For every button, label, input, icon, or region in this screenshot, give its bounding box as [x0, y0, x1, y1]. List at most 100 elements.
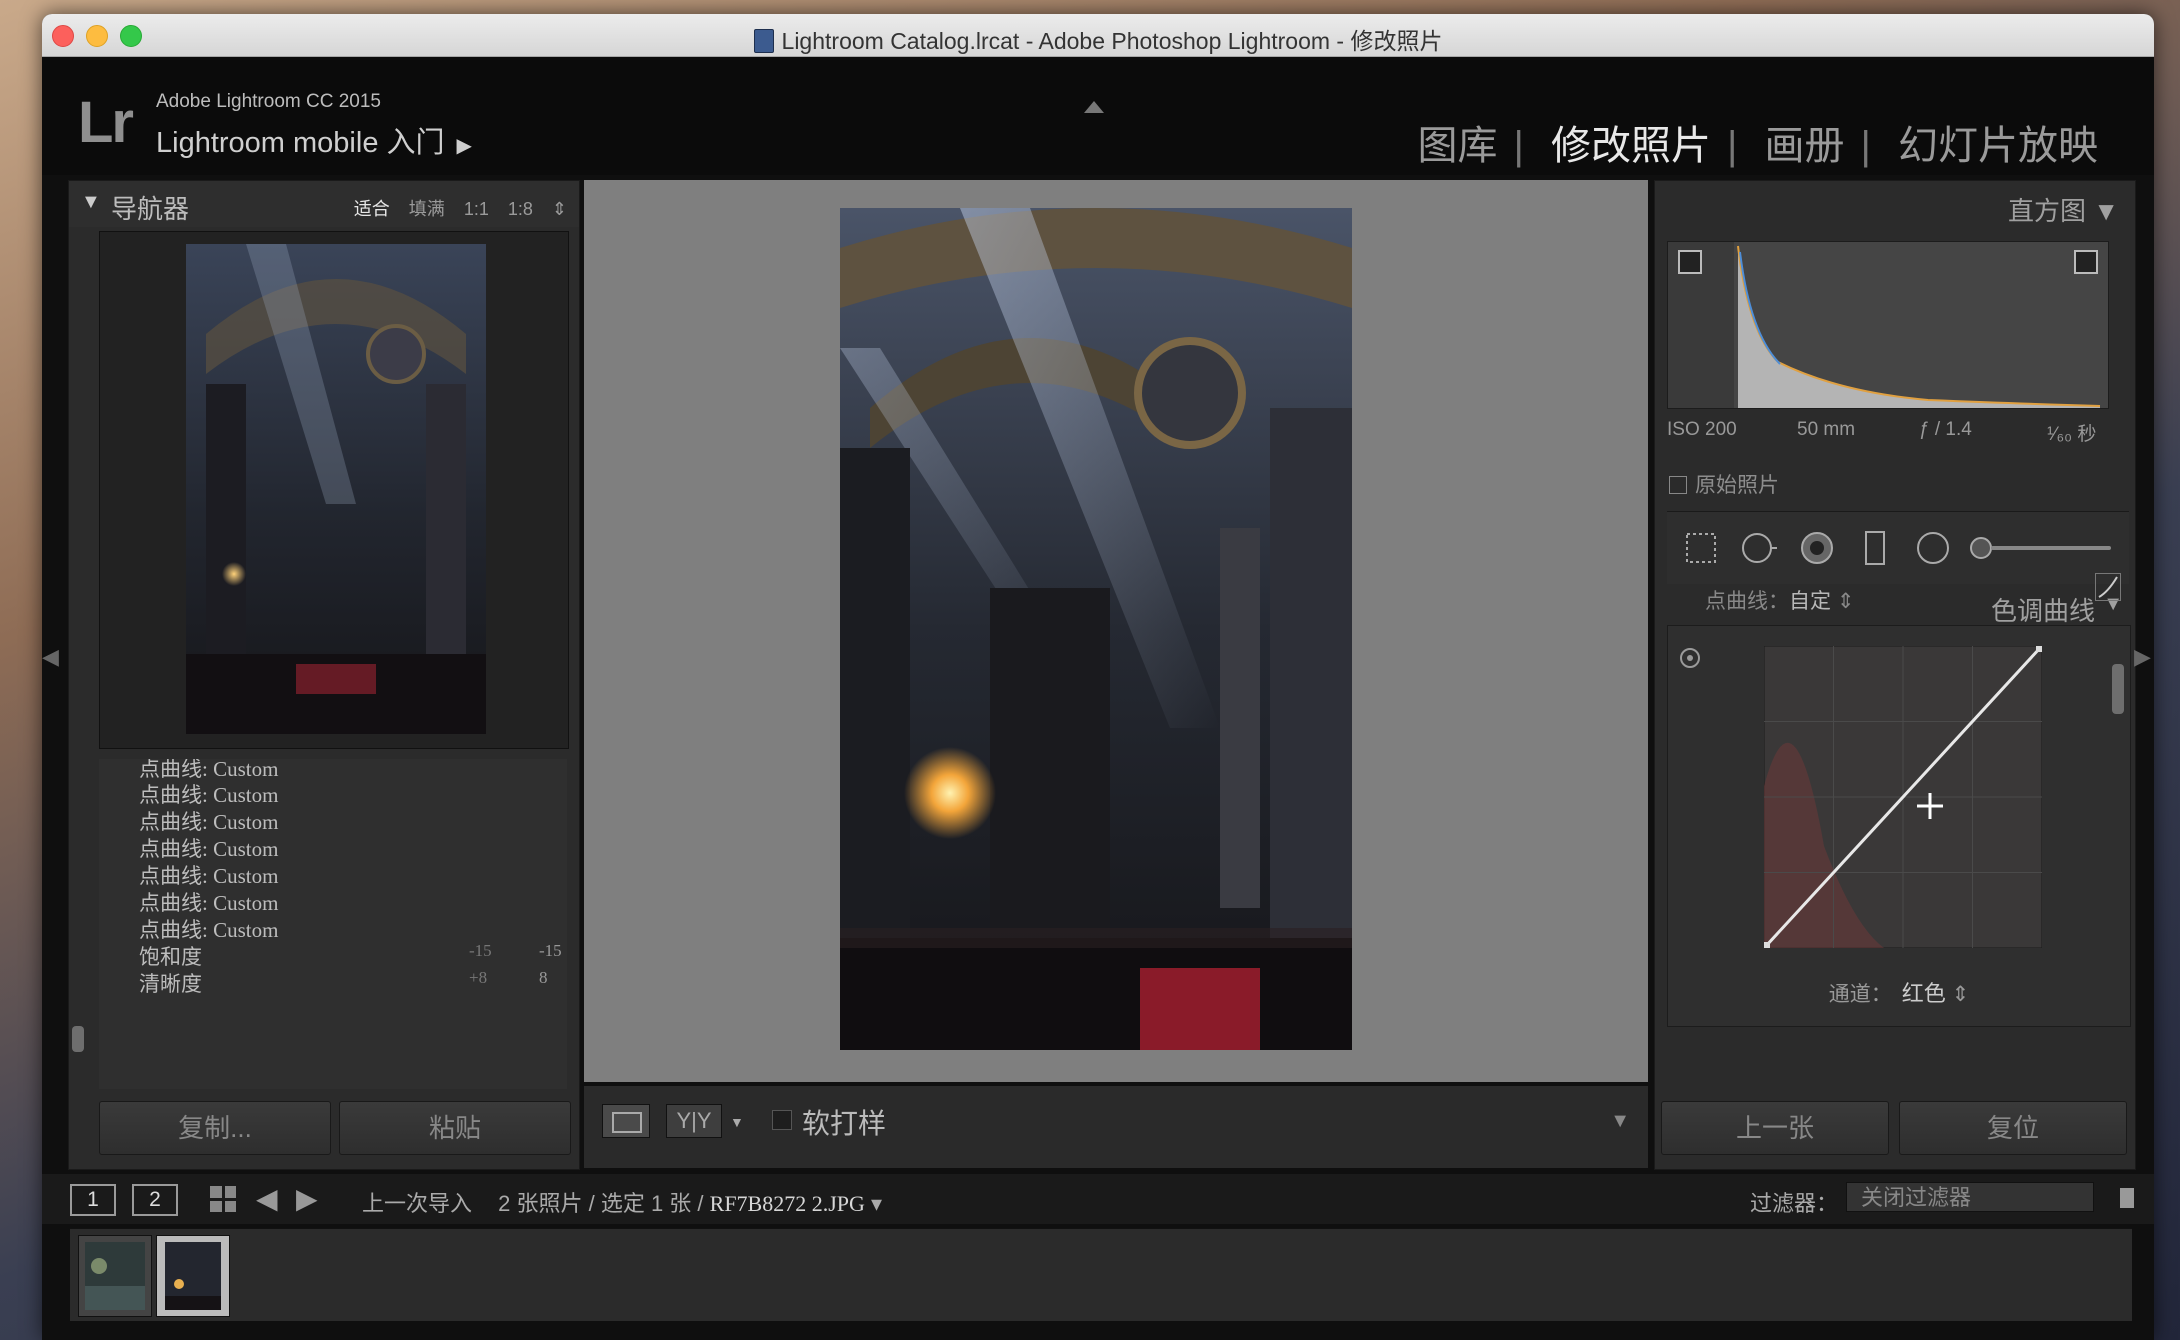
- filmstrip-thumbnail-selected[interactable]: [156, 1235, 230, 1317]
- history-item[interactable]: 点曲线: Custom: [139, 779, 278, 809]
- history-item[interactable]: 清晰度 +8 8: [139, 968, 559, 998]
- redeye-icon[interactable]: [1797, 528, 1837, 568]
- highlight-clipping-toggle[interactable]: [2074, 250, 2098, 274]
- history-item[interactable]: 点曲线: Custom: [139, 914, 278, 944]
- stepper-icon: ⇕: [1951, 983, 1970, 1006]
- chevron-down-icon[interactable]: ▼: [730, 1114, 744, 1130]
- history-list[interactable]: 点曲线: Custom 点曲线: Custom 点曲线: Custom 点曲线:…: [99, 759, 567, 1089]
- left-button-bar: 复制... 粘贴: [99, 1101, 571, 1157]
- point-curve-select[interactable]: 点曲线：自定 ⇕: [1705, 585, 1854, 615]
- left-panel-toggle-icon[interactable]: ◀: [42, 644, 59, 670]
- arrow-left-icon[interactable]: ◀: [256, 1182, 278, 1215]
- play-icon[interactable]: ▶: [457, 135, 472, 157]
- tool-strip: [1667, 511, 2129, 584]
- app-window: Lightroom Catalog.lrcat - Adobe Photosho…: [42, 14, 2154, 1340]
- filter-label: 过滤器：: [1749, 1191, 1838, 1216]
- navigator-header[interactable]: ▼ 导航器 适合 填满 1:1 1:8 ⇕: [69, 181, 579, 227]
- tone-curve-graph[interactable]: [1764, 646, 2042, 948]
- histogram-graph: [1734, 242, 2108, 408]
- main-window-button[interactable]: 1: [70, 1184, 116, 1216]
- thumbnail-image: [85, 1242, 145, 1310]
- graduated-filter-icon[interactable]: [1855, 528, 1895, 568]
- original-photo-toggle[interactable]: 原始照片: [1669, 469, 1779, 499]
- chevron-down-icon[interactable]: ▾: [871, 1191, 882, 1216]
- history-item[interactable]: 饱和度 -15 -15: [139, 941, 562, 971]
- right-panel-toggle-icon[interactable]: ▶: [2134, 644, 2151, 670]
- module-develop[interactable]: 修改照片: [1551, 124, 1711, 168]
- iso-value: ISO 200: [1667, 419, 1737, 440]
- module-slideshow[interactable]: 幻灯片放映: [1898, 124, 2098, 168]
- before-after-button[interactable]: Y|Y: [666, 1104, 722, 1138]
- tone-curve-title: 色调曲线: [1990, 596, 2095, 626]
- zoom-fit[interactable]: 适合: [354, 199, 390, 219]
- navigator-photo: [186, 244, 486, 734]
- right-panel: 直方图 ▼ ISO 200 50 mm ƒ / 1.4 ¹⁄₆₀ 秒 原始照片: [1654, 180, 2136, 1170]
- identity-plate[interactable]: Lightroom mobile 入门 ▶: [156, 119, 472, 161]
- filter-lock-icon[interactable]: [2120, 1188, 2134, 1208]
- toolbar-expand-icon[interactable]: ▼: [1610, 1110, 1630, 1133]
- targeted-adjustment-icon[interactable]: [1680, 648, 1700, 668]
- filmstrip-source[interactable]: 上一次导入 2 张照片 / 选定 1 张 / RF7B8272 2.JPG ▾: [362, 1186, 882, 1218]
- lr-logo: Lr: [78, 90, 134, 155]
- navigator-title: 导航器: [111, 194, 190, 224]
- history-item[interactable]: 点曲线: Custom: [139, 887, 278, 917]
- adjustment-brush-icon[interactable]: [1967, 528, 2117, 568]
- left-scrollbar[interactable]: [72, 1026, 84, 1052]
- right-scrollbar[interactable]: [2112, 664, 2124, 714]
- spot-removal-icon[interactable]: [1739, 528, 1779, 568]
- module-separator: |: [1513, 124, 1524, 168]
- filmstrip: [70, 1228, 2132, 1321]
- previous-button[interactable]: 上一张: [1661, 1101, 1889, 1155]
- copy-button[interactable]: 复制...: [99, 1101, 331, 1155]
- module-header: Lr Adobe Lightroom CC 2015 Lightroom mob…: [42, 57, 2154, 175]
- module-book[interactable]: 画册: [1764, 124, 1844, 168]
- crop-icon[interactable]: [1681, 528, 1721, 568]
- thumbnail-image: [165, 1242, 221, 1310]
- history-item[interactable]: 点曲线: Custom: [139, 806, 278, 836]
- module-library[interactable]: 图库: [1417, 124, 1497, 168]
- filmstrip-bar: 1 2 ◀ ▶ 上一次导入 2 张照片 / 选定 1 张 / RF7B8272 …: [42, 1174, 2154, 1224]
- collapse-triangle-icon[interactable]: ▼: [2093, 196, 2119, 226]
- checkbox-icon[interactable]: [1669, 476, 1687, 494]
- module-separator: |: [1860, 124, 1871, 168]
- shutter-speed: ¹⁄₆₀ 秒: [2047, 424, 2097, 445]
- document-icon: [753, 29, 774, 53]
- aperture: ƒ / 1.4: [1919, 419, 1972, 440]
- history-item[interactable]: 点曲线: Custom: [139, 833, 278, 863]
- arrow-right-icon[interactable]: ▶: [296, 1182, 318, 1215]
- stepper-icon: ⇕: [1836, 590, 1855, 613]
- collapse-triangle-icon[interactable]: ▼: [81, 191, 101, 214]
- filmstrip-thumbnail[interactable]: [78, 1235, 152, 1317]
- radial-filter-icon[interactable]: [1913, 528, 1953, 568]
- paste-button[interactable]: 粘贴: [339, 1101, 571, 1155]
- loupe-view-icon[interactable]: [602, 1104, 650, 1138]
- second-window-button[interactable]: 2: [132, 1184, 178, 1216]
- module-picker: 图库 | 修改照片 | 画册 | 幻灯片放映: [1405, 113, 2110, 171]
- filename: RF7B8272 2.JPG: [709, 1191, 865, 1216]
- window-title: Lightroom Catalog.lrcat - Adobe Photosho…: [42, 22, 2154, 56]
- history-item[interactable]: 点曲线: Custom: [139, 860, 278, 890]
- zoom-stepper-icon[interactable]: ⇕: [552, 199, 567, 219]
- filter-select[interactable]: 关闭过滤器: [1846, 1182, 2094, 1212]
- navigator-preview[interactable]: [99, 231, 569, 749]
- tone-curve-panel: 通道： 红色 ⇕: [1667, 625, 2131, 1027]
- collapse-top-icon[interactable]: [1084, 101, 1104, 113]
- module-separator: |: [1726, 124, 1738, 168]
- grid-view-icon[interactable]: [210, 1186, 236, 1212]
- shadow-clipping-toggle[interactable]: [1678, 250, 1702, 274]
- main-photo: [840, 208, 1352, 1050]
- point-curve-edit-icon[interactable]: [2095, 573, 2121, 601]
- soft-proof-checkbox[interactable]: [772, 1110, 792, 1130]
- focal-length: 50 mm: [1797, 419, 1856, 440]
- reset-button[interactable]: 复位: [1899, 1101, 2127, 1155]
- zoom-fill[interactable]: 填满: [409, 199, 445, 219]
- zoom-1-1[interactable]: 1:1: [464, 199, 489, 219]
- histogram[interactable]: [1667, 241, 2109, 409]
- zoom-1-8[interactable]: 1:8: [508, 199, 533, 219]
- center-toolbar: Y|Y ▼ 软打样 ▼: [584, 1086, 1648, 1168]
- channel-select[interactable]: 通道： 红色 ⇕: [1668, 976, 2130, 1008]
- histogram-header[interactable]: 直方图 ▼: [2008, 191, 2119, 228]
- title-bar: Lightroom Catalog.lrcat - Adobe Photosho…: [42, 14, 2154, 57]
- right-button-bar: 上一张 复位: [1655, 1101, 2135, 1157]
- photo-canvas[interactable]: [584, 180, 1648, 1082]
